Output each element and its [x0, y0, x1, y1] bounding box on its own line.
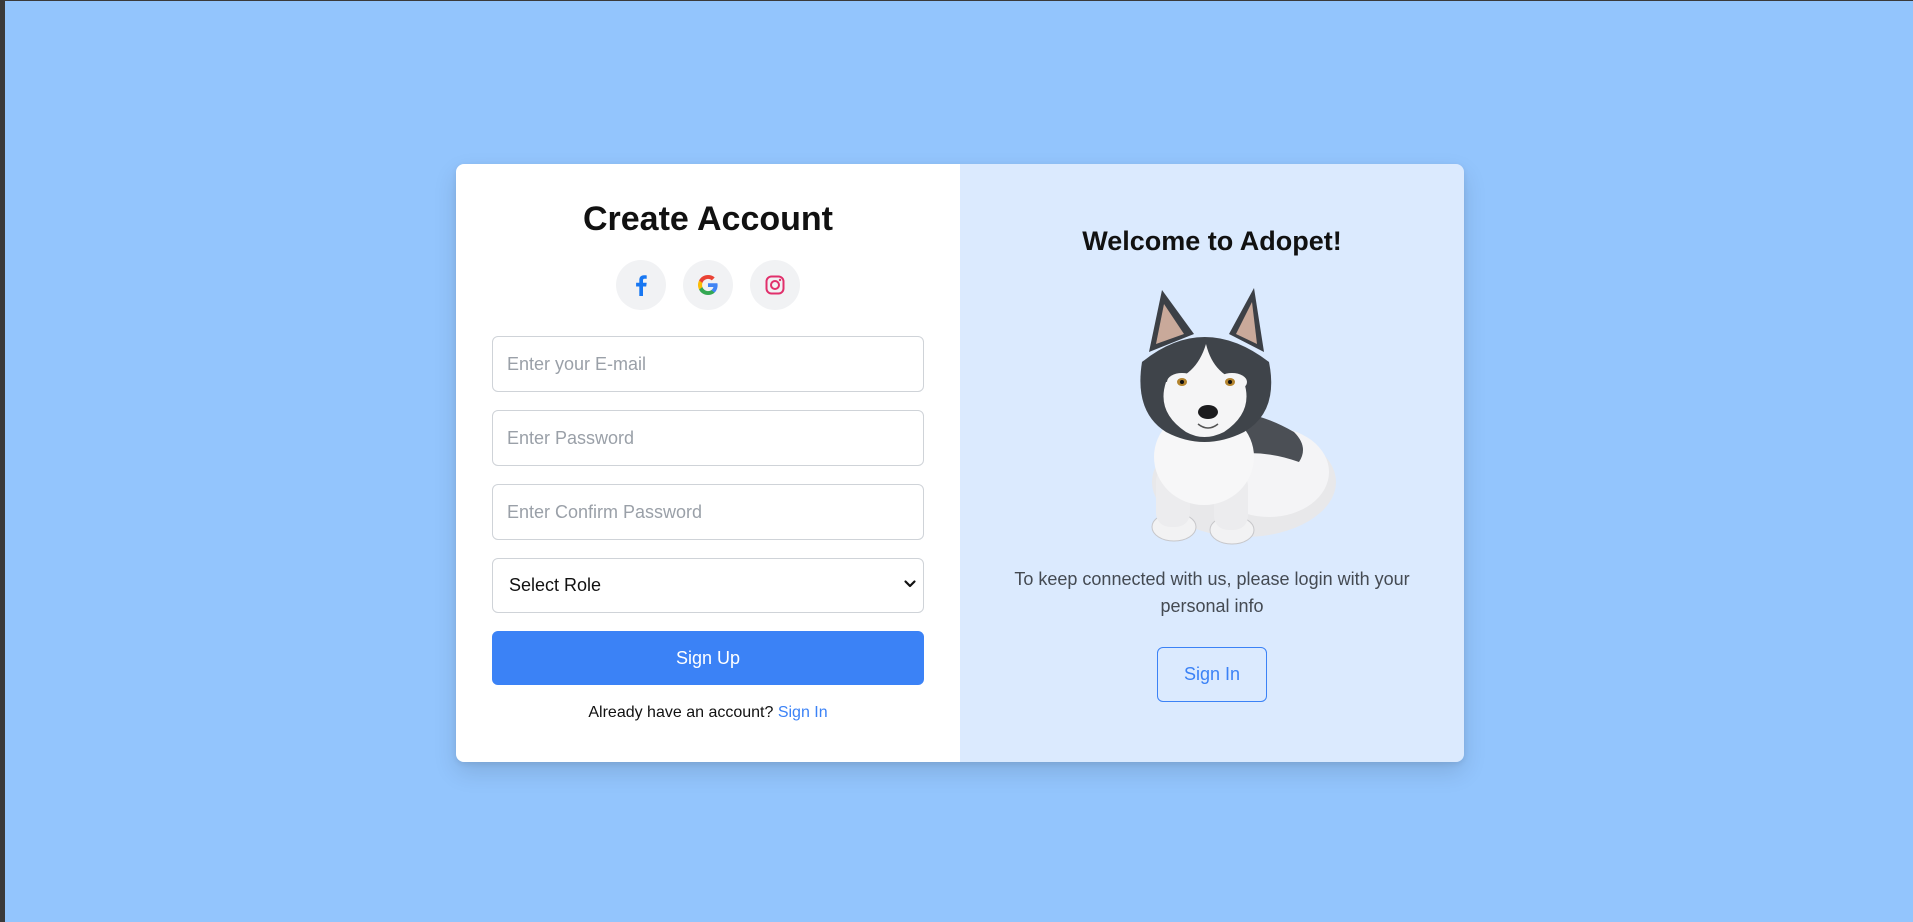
signup-button[interactable]: Sign Up: [492, 631, 924, 685]
already-have-account: Already have an account? Sign In: [456, 704, 960, 722]
confirm-password-field[interactable]: [492, 484, 924, 540]
chevron-down-icon: [904, 580, 916, 588]
page-background: Create Account Enter your E-mail Select …: [5, 1, 1913, 922]
auth-card: Create Account Enter your E-mail Select …: [456, 164, 1464, 762]
role-select[interactable]: Select Role: [492, 558, 924, 613]
instagram-button[interactable]: [750, 260, 800, 310]
instagram-icon: [765, 275, 785, 295]
social-login-row: [456, 260, 960, 310]
role-select-value: Select Role: [509, 575, 602, 595]
facebook-button[interactable]: [616, 260, 666, 310]
password-field[interactable]: [492, 410, 924, 466]
welcome-title: Welcome to Adopet!: [1082, 226, 1342, 256]
signup-panel: Create Account Enter your E-mail Select …: [456, 164, 960, 762]
google-button[interactable]: [683, 260, 733, 310]
signin-link[interactable]: Sign In: [778, 704, 828, 721]
page-title: Create Account: [582, 200, 834, 238]
email-field[interactable]: [492, 336, 924, 392]
welcome-info-text: To keep connected with us, please login …: [1014, 569, 1410, 616]
signin-button[interactable]: Sign In: [1157, 647, 1267, 702]
husky-dog-image: [1140, 288, 1336, 545]
facebook-icon: [636, 275, 647, 296]
already-text: Already have an account?: [588, 704, 774, 721]
google-icon: [698, 275, 718, 295]
welcome-panel: Welcome to Adopet! To keep connected wit…: [960, 164, 1464, 762]
